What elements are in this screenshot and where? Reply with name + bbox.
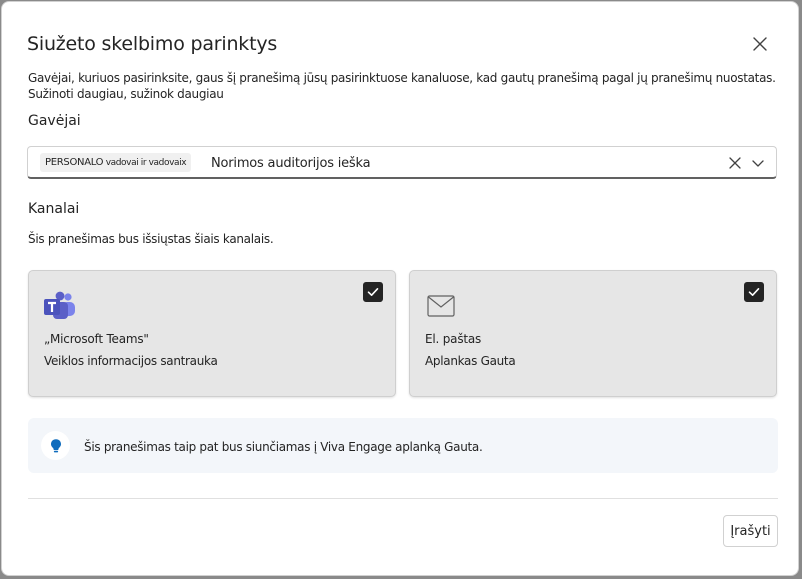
footer-divider — [28, 498, 778, 499]
clear-button[interactable] — [727, 155, 743, 171]
audience-search-input[interactable] — [211, 152, 691, 174]
channels-label: Kanalai — [28, 201, 80, 217]
channel-card-email[interactable]: El. paštas Aplankas Gauta — [409, 270, 777, 397]
teams-icon — [43, 291, 77, 326]
close-button[interactable] — [748, 32, 772, 56]
description-text: Gavėjai, kuriuos pasirinksite, gaus šį p… — [28, 71, 776, 85]
dialog-title: Siužeto skelbimo parinktys — [27, 33, 278, 55]
lightbulb-icon — [41, 431, 70, 460]
info-bar: Šis pranešimas taip pat bus siunčiamas į… — [28, 418, 778, 473]
checkmark-icon — [367, 288, 379, 296]
teams-subtitle: Veiklos informacijos santrauka — [44, 354, 218, 368]
channels-description: Šis pranešimas bus išsiųstas šiais kanal… — [28, 232, 274, 246]
channel-card-teams[interactable]: „Microsoft Teams" Veiklos informacijos s… — [28, 270, 396, 397]
teams-title: „Microsoft Teams" — [44, 332, 149, 346]
chip-remove-button[interactable]: x — [181, 158, 186, 168]
info-text: Šis pranešimas taip pat bus siunčiamas į… — [84, 440, 483, 454]
recipients-picker[interactable]: PERSONALO vadovai ir vadovaix — [27, 146, 777, 179]
dropdown-button[interactable] — [750, 155, 766, 171]
chevron-down-icon — [752, 160, 764, 167]
email-subtitle: Aplankas Gauta — [425, 354, 516, 368]
email-title: El. paštas — [425, 332, 482, 346]
checkmark-icon — [748, 288, 760, 296]
teams-checkbox[interactable] — [363, 282, 383, 302]
dialog-description: Gavėjai, kuriuos pasirinksite, gaus šį p… — [28, 70, 776, 102]
chip-extra-text: vadovai ir vadovai — [103, 158, 182, 168]
learn-more-link[interactable]: Sužinoti daugiau, sužinok daugiau — [28, 86, 776, 102]
recipients-label: Gavėjai — [28, 113, 81, 129]
mail-icon — [427, 295, 455, 322]
email-checkbox[interactable] — [744, 282, 764, 302]
post-options-dialog: Siužeto skelbimo parinktys Gavėjai, kuri… — [1, 1, 799, 576]
clear-icon — [729, 157, 741, 169]
close-icon — [753, 37, 767, 51]
recipient-chip[interactable]: PERSONALO vadovai ir vadovaix — [40, 153, 192, 172]
chip-main-text: PERSONALO — [45, 157, 104, 168]
save-button[interactable]: Įrašyti — [723, 515, 778, 547]
